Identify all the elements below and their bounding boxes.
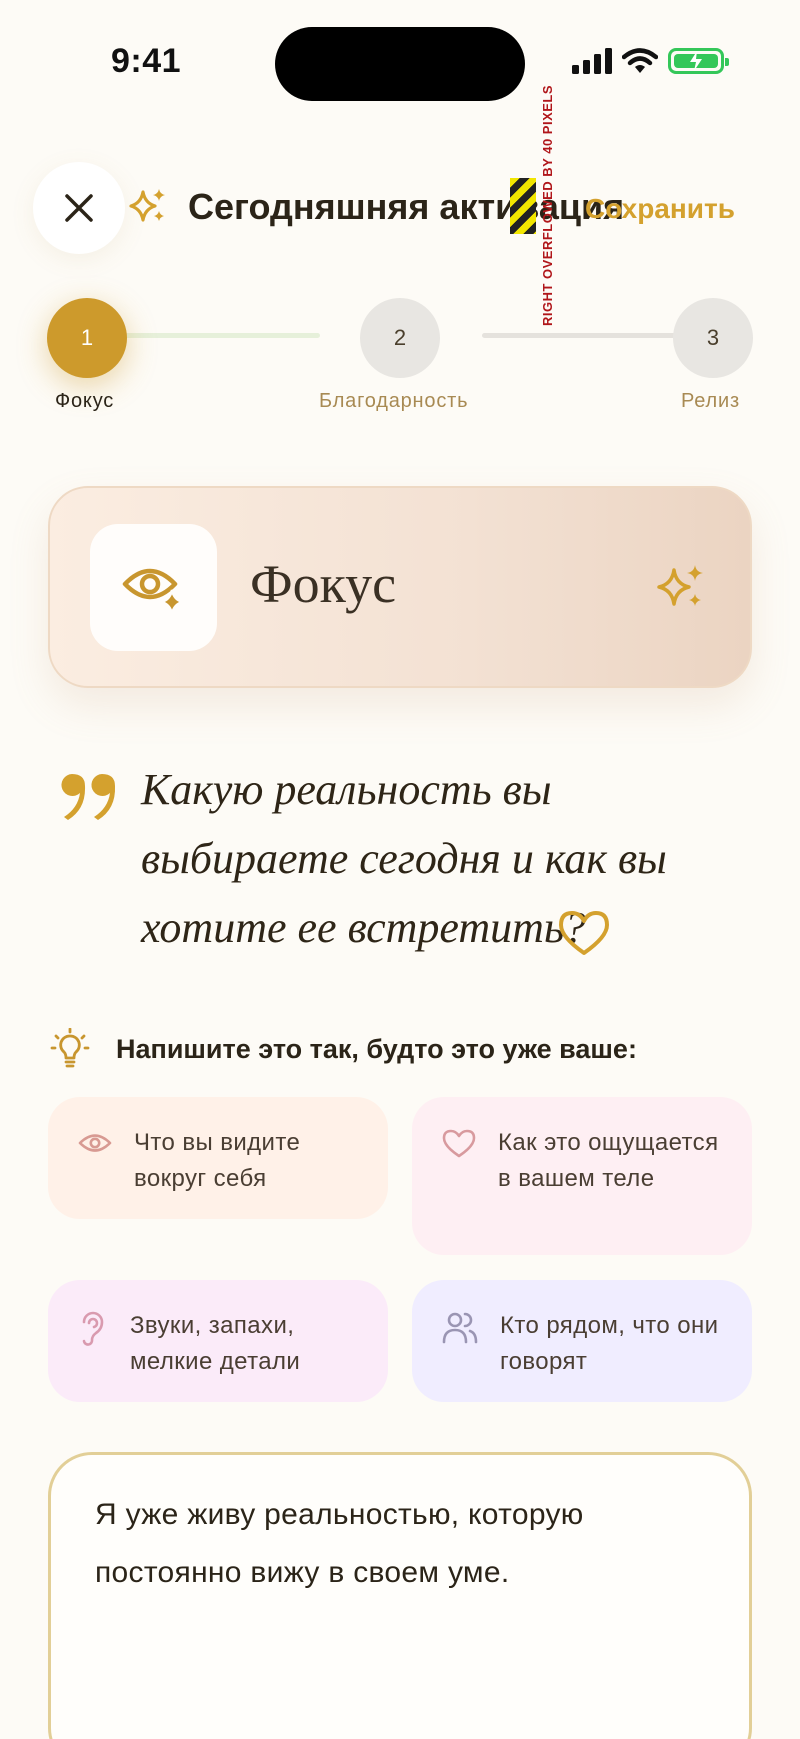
status-icons — [572, 48, 729, 74]
save-button[interactable]: Сохранить — [585, 193, 735, 225]
wifi-icon — [622, 48, 658, 73]
hint-chip-text: Кто рядом, что они говорят — [500, 1312, 719, 1375]
answer-text[interactable]: Я уже живу реальностью, которую постоянн… — [95, 1486, 715, 1602]
hint-chip-hear[interactable]: Звуки, запахи, мелкие детали — [48, 1280, 388, 1402]
status-time: 9:41 — [111, 42, 182, 80]
hint-chip-see[interactable]: Что вы видите вокруг себя — [48, 1097, 388, 1219]
heart-icon — [559, 911, 609, 955]
overflow-warning: RIGHT OVERFLOWED BY 40 PIXELS — [537, 70, 559, 340]
sparkle-icon — [657, 565, 703, 606]
hint-chip-feel[interactable]: Как это ощущается в вашем теле — [412, 1097, 752, 1255]
step-2-circle[interactable]: 2 — [360, 298, 440, 378]
close-button[interactable] — [33, 162, 125, 254]
overflow-indicator — [510, 178, 536, 234]
sparkle-icon — [129, 189, 165, 222]
step-1-circle[interactable]: 1 — [47, 298, 127, 378]
step-connector-1 — [125, 333, 320, 338]
eye-sparkle-icon — [122, 568, 183, 614]
step-3-label: Релиз — [681, 390, 740, 412]
close-icon — [65, 194, 93, 222]
battery-icon — [668, 48, 729, 74]
eye-icon — [78, 1134, 112, 1152]
hint-chip-who[interactable]: Кто рядом, что они говорят — [412, 1280, 752, 1402]
focus-title: Фокус — [250, 554, 397, 614]
heart-icon — [442, 1129, 476, 1158]
hint-chip-text: Звуки, запахи, мелкие детали — [130, 1312, 301, 1375]
step-1-label: Фокус — [55, 390, 115, 412]
quote-icon — [61, 774, 116, 820]
ear-icon — [82, 1311, 104, 1346]
lightbulb-icon — [50, 1028, 90, 1068]
hint-title: Напишите это так, будто это уже ваше: — [116, 1034, 637, 1064]
focus-icon-tile — [90, 524, 217, 651]
step-2-label: Благодарность — [319, 390, 469, 412]
dynamic-island — [275, 27, 525, 101]
step-3-circle[interactable]: 3 — [673, 298, 753, 378]
signal-icon — [572, 48, 612, 74]
people-icon — [442, 1312, 478, 1344]
step-connector-2 — [482, 333, 677, 338]
overflow-warning-text: RIGHT OVERFLOWED BY 40 PIXELS — [540, 84, 556, 326]
hint-chip-text: Что вы видите вокруг себя — [134, 1129, 301, 1192]
hint-chip-text: Как это ощущается в вашем теле — [498, 1129, 719, 1192]
